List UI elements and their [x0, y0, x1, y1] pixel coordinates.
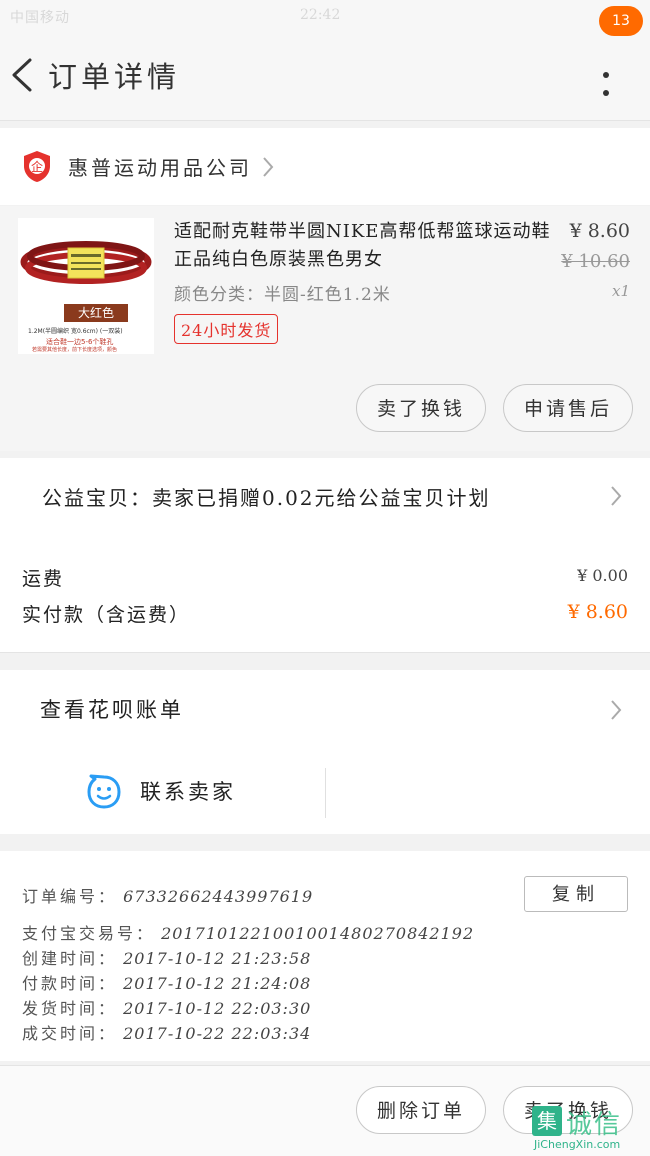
charity-text: 公益宝贝：卖家已捐赠0.02元给公益宝贝计划 [42, 486, 491, 510]
carrier-label: 中国移动 [10, 10, 70, 26]
shipping-value: ¥ 0.00 [577, 566, 628, 585]
shipping-label: 运费 [22, 568, 65, 590]
product-thumbnail[interactable]: 大红色 1.2M(半圆编织 宽0.6cm) (一双装) 适合鞋一边5-6个鞋孔 … [18, 218, 154, 354]
info-label: 付款时间： [22, 974, 118, 993]
info-label: 支付宝交易号： [22, 924, 156, 943]
info-row: 支付宝交易号： 2017101221001001480270842192 [22, 920, 474, 944]
chat-face-icon[interactable] [86, 774, 122, 810]
resell-button[interactable]: 卖了换钱 [356, 384, 486, 432]
chevron-right-icon [263, 157, 274, 177]
note-text: 若需要其他长度，前下长度选项，颜色 [32, 347, 118, 353]
watermark-logo: 集 [532, 1106, 562, 1136]
delete-order-button[interactable]: 删除订单 [356, 1086, 486, 1134]
copy-button[interactable]: 复制 [524, 876, 628, 912]
huabei-bill-row[interactable]: 查看花呗账单 [0, 670, 650, 752]
quantity: x1 [611, 282, 630, 300]
product-title[interactable]: 适配耐克鞋带半圆NIKE高帮低帮篮球运动鞋正品纯白色原装黑色男女 [174, 218, 569, 274]
charity-row[interactable]: 公益宝贝：卖家已捐赠0.02元给公益宝贝计划 [0, 458, 650, 534]
watermark-text: 诚信 [566, 1110, 623, 1140]
original-price: ¥ 10.60 [561, 251, 630, 272]
watermark-url: JiChengXin.com [534, 1138, 621, 1151]
shipping-tag: 24小时发货 [174, 314, 279, 344]
chevron-right-icon [611, 486, 622, 506]
order-number-row: 订单编号： 673326624439976​19 [22, 883, 313, 907]
paid-label: 实付款（含运费） [22, 604, 191, 626]
info-value: 2017-10-12 22:03:30 [123, 999, 312, 1018]
watermark: 集 诚信 JiChengXin.com [532, 1106, 650, 1155]
huabei-label: 查看花呗账单 [40, 698, 184, 722]
shop-name: 惠普运动用品公司 [68, 156, 252, 180]
after-sales-button[interactable]: 申请售后 [503, 384, 633, 432]
contact-seller-button[interactable]: 联系卖家 [140, 776, 236, 806]
info-label: 创建时间： [22, 949, 118, 968]
order-info: 订单编号： 673326624439976​19 复制 支付宝交易号： 2017… [0, 851, 650, 1061]
app-header: 订单详情 [0, 32, 650, 121]
notification-badge[interactable]: 13 [599, 6, 643, 36]
product-price: ¥ 8.60 [569, 220, 630, 242]
more-menu-icon[interactable] [595, 72, 617, 124]
info-row: 创建时间： 2017-10-12 21:23:58 [22, 945, 311, 969]
spec-text: 1.2M(半圆编织 宽0.6cm) (一双装) [28, 328, 123, 335]
fee-summary: 运费 ¥ 0.00 实付款（含运费） ¥ 8.60 [0, 534, 650, 653]
info-row: 成交时间： 2017-10-22 22:03:34 [22, 1020, 311, 1044]
divider [325, 768, 326, 818]
shoelace-image [18, 218, 154, 304]
info-value: 2017-10-12 21:24:08 [123, 974, 312, 993]
info-value: 2017101221001001480270842192 [161, 924, 475, 943]
shop-row[interactable]: 企 惠普运动用品公司 [0, 128, 650, 205]
product-sku: 颜色分类：半圆-红色1.2米 [174, 285, 391, 305]
order-number: 673326624439976​19 [123, 887, 314, 906]
page-title: 订单详情 [48, 60, 181, 94]
contact-seller-row: 联系卖家 [0, 752, 650, 834]
status-bar: 中国移动 22:42 [0, 0, 650, 32]
info-label: 发货时间： [22, 999, 118, 1018]
info-value: 2017-10-12 21:23:58 [123, 949, 312, 968]
info-row: 发货时间： 2017-10-12 22:03:30 [22, 995, 311, 1019]
chevron-right-icon [611, 700, 622, 720]
svg-text:企: 企 [31, 159, 43, 174]
back-arrow-icon[interactable] [8, 54, 38, 96]
color-label: 大红色 [64, 304, 128, 322]
order-number-label: 订单编号： [22, 887, 118, 906]
product-card[interactable]: 大红色 1.2M(半圆编织 宽0.6cm) (一双装) 适合鞋一边5-6个鞋孔 … [0, 206, 650, 451]
info-row: 付款时间： 2017-10-12 21:24:08 [22, 970, 311, 994]
info-value: 2017-10-22 22:03:34 [123, 1024, 312, 1043]
enterprise-shield-icon: 企 [24, 151, 50, 182]
paid-value: ¥ 8.60 [567, 601, 628, 623]
info-label: 成交时间： [22, 1024, 118, 1043]
clock: 22:42 [300, 7, 341, 23]
